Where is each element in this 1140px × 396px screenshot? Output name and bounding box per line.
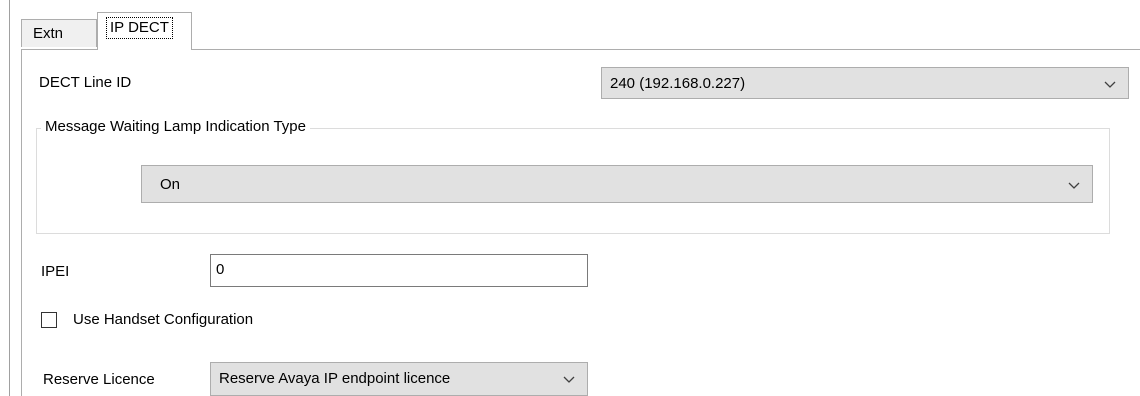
tab-extn-label: Extn [33, 25, 64, 42]
ipei-label: IPEI [41, 263, 70, 280]
chevron-down-icon [1104, 81, 1116, 88]
chevron-down-icon [563, 376, 575, 383]
use-handset-config-checkbox[interactable] [41, 312, 57, 328]
tab-ip-dect[interactable]: IP DECT [97, 12, 192, 50]
dect-line-id-value: 240 (192.168.0.227) [610, 75, 746, 92]
dect-line-id-select[interactable]: 240 (192.168.0.227) [601, 67, 1129, 99]
window-left-edge [9, 0, 10, 396]
tab-extn[interactable]: Extn [21, 19, 97, 47]
ipei-input-value: 0 [216, 261, 225, 278]
reserve-licence-label: Reserve Licence [43, 371, 155, 388]
mwl-indication-select[interactable]: On [141, 165, 1093, 203]
mwl-group-legend: Message Waiting Lamp Indication Type [41, 117, 310, 137]
use-handset-config-label: Use Handset Configuration [73, 311, 254, 328]
tab-ip-dect-label: IP DECT [106, 17, 173, 39]
reserve-licence-value: Reserve Avaya IP endpoint licence [219, 370, 451, 387]
dect-line-id-label: DECT Line ID [39, 74, 132, 91]
chevron-down-icon [1068, 182, 1080, 189]
mwl-indication-value: On [160, 176, 181, 193]
reserve-licence-select[interactable]: Reserve Avaya IP endpoint licence [210, 362, 588, 396]
ipei-input[interactable]: 0 [210, 254, 588, 287]
